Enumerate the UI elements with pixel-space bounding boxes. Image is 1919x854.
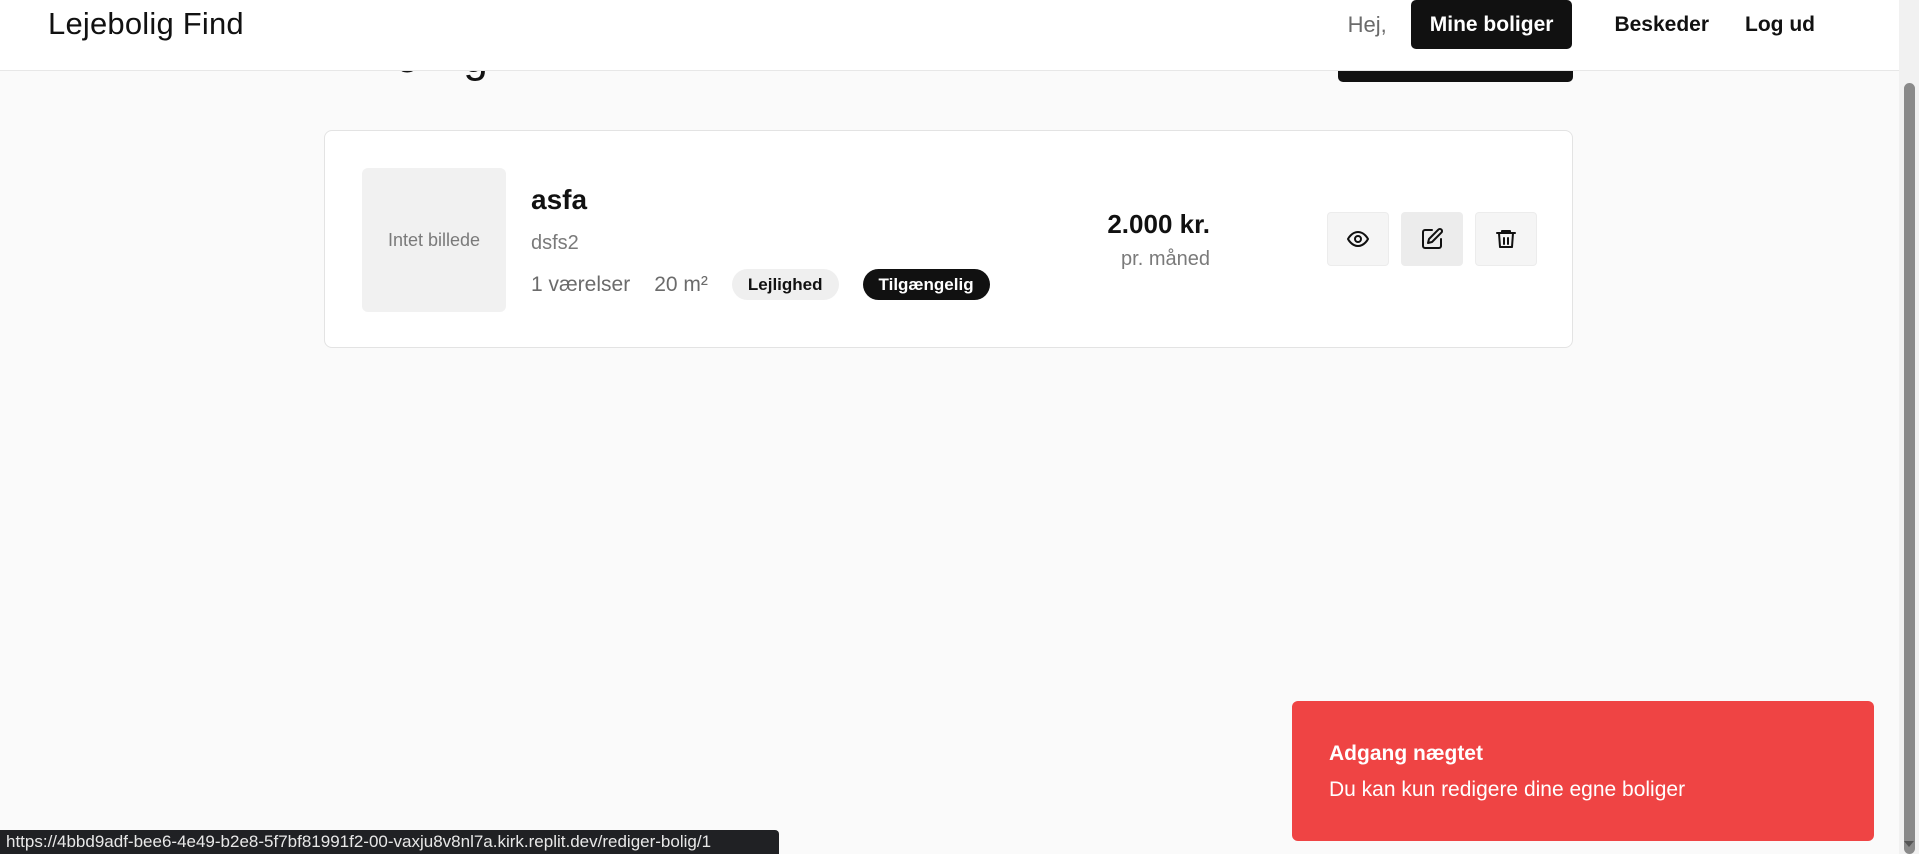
price-amount: 2.000 kr. bbox=[1107, 209, 1210, 239]
listing-area: 20 m² bbox=[654, 272, 708, 296]
listing-image-placeholder: Intet billede bbox=[362, 168, 506, 312]
listing-card: Intet billede asfa dsfs2 1 værelser 20 m… bbox=[324, 130, 1573, 348]
eye-icon bbox=[1347, 231, 1369, 247]
delete-button[interactable] bbox=[1475, 212, 1537, 266]
listing-meta: 1 værelser 20 m² Lejlighed Tilgængelig bbox=[531, 269, 990, 300]
listing-title: asfa bbox=[531, 184, 588, 215]
nav-my-listings[interactable]: Mine boliger bbox=[1410, 0, 1573, 49]
user-greeting: Hej, bbox=[1347, 11, 1387, 37]
vertical-scrollbar[interactable] bbox=[1899, 0, 1919, 854]
edit-button[interactable] bbox=[1401, 212, 1463, 266]
listing-price: 2.000 kr. pr. måned bbox=[1010, 209, 1210, 271]
scrollbar-thumb[interactable] bbox=[1904, 83, 1915, 854]
price-period: pr. måned bbox=[1121, 248, 1210, 270]
nav-logout[interactable]: Log ud bbox=[1727, 13, 1833, 37]
trash-icon bbox=[1496, 230, 1516, 248]
toast-title: Adgang nægtet bbox=[1329, 742, 1483, 765]
main-nav: Hej, Mine boliger Beskeder Log ud bbox=[1348, 0, 1899, 49]
toast-message: Du kan kun redigere dine egne boliger bbox=[1329, 778, 1686, 801]
top-navbar: Lejebolig Find Hej, Mine boliger Beskede… bbox=[0, 0, 1899, 71]
status-badge: Tilgængelig bbox=[862, 269, 990, 300]
scroll-down-arrow-icon[interactable] bbox=[1904, 841, 1914, 847]
listing-actions bbox=[1327, 212, 1549, 266]
listing-rooms: 1 værelser bbox=[531, 272, 631, 296]
nav-messages[interactable]: Beskeder bbox=[1596, 13, 1727, 37]
type-badge: Lejlighed bbox=[731, 269, 839, 300]
error-toast[interactable]: Adgang nægtet Du kan kun redigere dine e… bbox=[1292, 701, 1874, 841]
brand-logo[interactable]: Lejebolig Find bbox=[48, 6, 244, 42]
edit-icon bbox=[1422, 228, 1443, 249]
view-button[interactable] bbox=[1327, 212, 1389, 266]
listing-subtitle: dsfs2 bbox=[531, 232, 579, 254]
status-url-bar: https://4bbd9adf-bee6-4e49-b2e8-5f7bf819… bbox=[0, 830, 779, 854]
